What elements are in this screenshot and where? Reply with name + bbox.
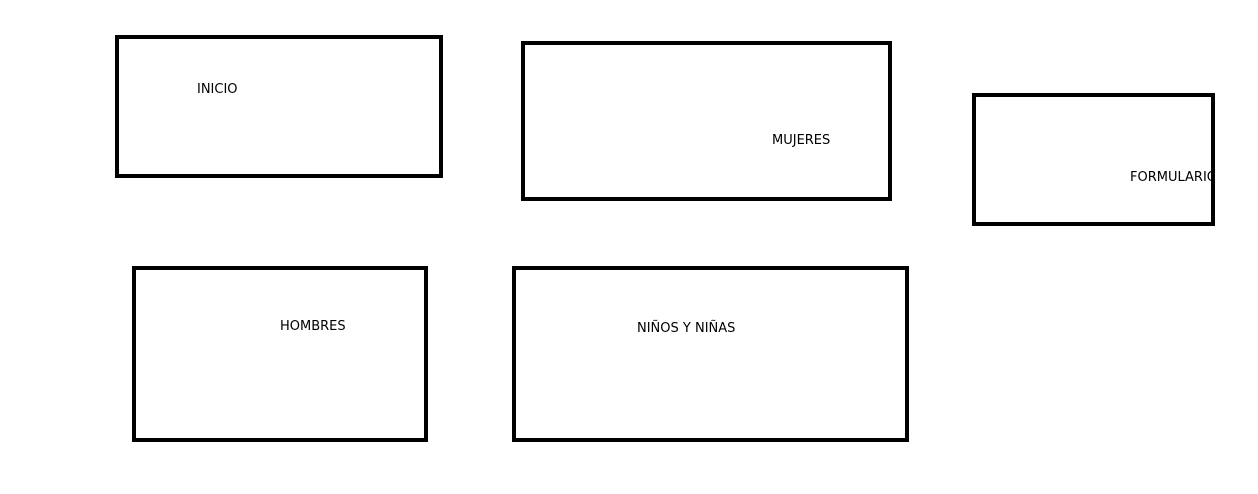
inicio-label: INICIO xyxy=(197,82,238,97)
formulario-box: FORMULARIO xyxy=(972,93,1215,226)
hombres-box: HOMBRES xyxy=(132,266,428,442)
inicio-box: INICIO xyxy=(115,35,443,178)
ninos-y-ninas-box: NIÑOS Y NIÑAS xyxy=(512,266,909,442)
formulario-label: FORMULARIO xyxy=(1130,170,1215,185)
mujeres-label: MUJERES xyxy=(772,133,831,148)
hombres-label: HOMBRES xyxy=(280,319,346,334)
ninos-y-ninas-label: NIÑOS Y NIÑAS xyxy=(637,321,736,336)
mujeres-box: MUJERES xyxy=(521,41,892,201)
